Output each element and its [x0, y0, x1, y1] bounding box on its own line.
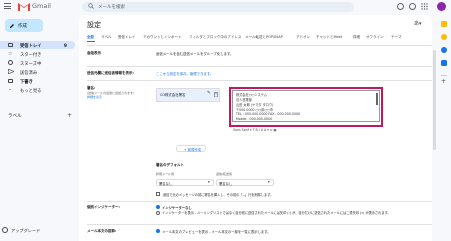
tab-addons[interactable]: アドオン [296, 35, 310, 40]
tab-forwarding[interactable]: メール転送とPOP/IMAP [245, 35, 283, 40]
tab-filters[interactable]: フィルタとブロック中のアドレス [189, 35, 241, 40]
sidebar-item-label: 下書き [20, 79, 33, 85]
setting-link[interactable]: ここから設定を保存、管理できます。 [156, 71, 213, 76]
help-icon[interactable] [397, 3, 404, 10]
page-title: 設定 [87, 21, 101, 29]
upgrade-icon [2, 227, 8, 233]
tab-labels[interactable]: ラベル [101, 35, 112, 40]
setting-label: 個別インジケーター: [87, 205, 120, 209]
select-value: 署名なし [159, 181, 173, 186]
sidebar-item-label: もっと見る [20, 88, 42, 94]
upgrade-button[interactable]: アップグレード [11, 228, 40, 234]
gmail-logo[interactable] [18, 2, 30, 11]
contacts-icon[interactable] [441, 60, 447, 66]
tab-themes[interactable]: テーマ [391, 35, 402, 40]
insert-before-checkbox[interactable] [156, 192, 160, 196]
signature-line: TEL : 000-000-0000 FAX : 000-000-0000 [236, 112, 301, 116]
keep-icon[interactable] [441, 34, 447, 40]
draft-icon [8, 79, 13, 83]
inbox-count: 9 [64, 42, 67, 48]
chevron-down-icon: ⌄ [8, 86, 12, 92]
sidebar-item-label: スター付き [20, 52, 42, 58]
setting-text: 返信メールを含む送信メールをグループ化します。 [156, 52, 234, 56]
radio-label: インジケーターを表示 - メーリングリストではなく自分宛に送信されたメールには矢… [162, 211, 391, 215]
keyboard-icon[interactable]: あ▾ [414, 20, 422, 27]
tasks-icon[interactable] [441, 47, 447, 53]
editor-scrollbar[interactable] [376, 93, 378, 105]
learn-more-link[interactable]: 詳細を表示 [87, 95, 102, 99]
setting-label: 送信元欄に送信者情報を表示: [87, 71, 134, 75]
chevron-down-icon: ▾ [208, 180, 210, 184]
star-icon: ☆ [8, 50, 13, 57]
chevron-down-icon: ▾ [268, 180, 270, 184]
tab-accounts[interactable]: アカウントとインポート [143, 35, 182, 40]
reply-label: 返信/転送用 [216, 172, 233, 176]
setting-label: メール本文の抜粋: [87, 229, 117, 233]
sidebar-item-label: スヌーズ中 [20, 61, 42, 67]
gear-icon[interactable] [409, 3, 416, 10]
signature-name: CO株式会社署名 [160, 93, 186, 97]
new-signature-label: + 新規作成 [184, 147, 201, 152]
divider [441, 75, 447, 76]
edit-icon[interactable]: ✎ [207, 91, 211, 96]
checkbox-label: 返信で元のメッセージの前に署名を挿入し、その前の「--」行を削除します。 [163, 193, 274, 197]
active-tab-indicator [87, 41, 95, 42]
add-addon-icon[interactable]: + [441, 78, 446, 85]
main-scrollbar[interactable] [433, 50, 436, 150]
radio-show-indicator[interactable] [156, 211, 160, 215]
divider [87, 66, 432, 67]
menu-icon[interactable] [4, 3, 11, 9]
format-toolbar[interactable]: Sans Serif ▾ T B I U A ▾ ⇔ ▣ [233, 128, 277, 132]
radio-no-indicator[interactable] [156, 205, 160, 209]
apps-icon[interactable] [421, 3, 428, 10]
pencil-icon [10, 24, 14, 28]
tab-advanced[interactable]: 詳細 [353, 35, 360, 40]
divider [87, 201, 432, 202]
radio-label: インジケーターなし [162, 206, 192, 210]
tab-inbox[interactable]: 受信トレイ [118, 35, 136, 40]
radio-show-snippets[interactable] [156, 229, 160, 233]
tab-general[interactable]: 全般 [87, 35, 94, 40]
defaults-title: 署名のデフォルト [156, 163, 184, 167]
send-icon [8, 69, 14, 74]
add-label-icon[interactable]: + [67, 112, 72, 119]
radio-label: メール本文のプレビューを表示 - メール本文の一部を一覧に表示します。 [162, 230, 271, 234]
tab-offline[interactable]: オフライン [366, 35, 384, 40]
sidebar-item-label: 送信済み [20, 70, 38, 76]
setting-label: 会話表示 [87, 51, 101, 55]
select-value: 署名なし [219, 181, 233, 186]
tab-chat[interactable]: チャットとMeet [316, 35, 342, 40]
inbox-icon [8, 43, 13, 47]
calendar-icon[interactable] [441, 21, 447, 27]
compose-label: 作成 [18, 24, 27, 29]
divider [87, 80, 432, 81]
search-icon[interactable] [88, 3, 94, 9]
labels-heading: ラベル [8, 114, 22, 119]
divider [87, 45, 432, 46]
sidebar-item-label: 受信トレイ [20, 43, 42, 49]
new-mail-label: 新規メール用 [156, 172, 175, 176]
trash-icon[interactable] [214, 92, 218, 97]
app-name: Gmail [32, 2, 51, 10]
avatar[interactable] [437, 2, 446, 11]
divider [87, 224, 432, 225]
search-placeholder: メールを検索 [98, 4, 125, 10]
signature-line: Mobile : 000-000-0000 [236, 117, 273, 121]
clock-icon [8, 60, 13, 65]
